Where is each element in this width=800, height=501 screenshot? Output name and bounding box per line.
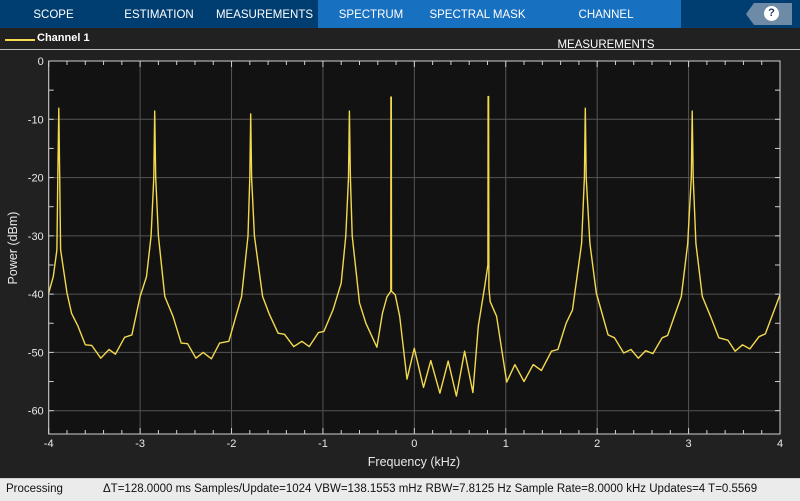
x-tick-label: 0 <box>411 438 417 450</box>
legend-label[interactable]: Channel 1 <box>37 32 90 44</box>
x-tick-label: 1 <box>503 438 509 450</box>
status-bar: Processing ΔT=128.0000 ms Samples/Update… <box>0 478 800 501</box>
tab-spectrum[interactable]: SPECTRUM <box>318 0 424 28</box>
y-tick-label: -10 <box>28 114 44 126</box>
y-tick-label: -40 <box>28 289 44 301</box>
legend-line-swatch <box>5 39 35 41</box>
tab-scope[interactable]: SCOPE <box>0 0 107 28</box>
status-state: Processing <box>6 483 63 495</box>
tab-estimation[interactable]: ESTIMATION <box>107 0 211 28</box>
x-tick-label: -1 <box>318 438 328 450</box>
x-tick-label: -3 <box>135 438 145 450</box>
tab-measurements[interactable]: MEASUREMENTS <box>211 0 318 28</box>
x-tick-label: 3 <box>686 438 692 450</box>
legend: Channel 1 <box>0 28 800 50</box>
x-tick-label: 4 <box>777 438 783 450</box>
y-tick-label: -30 <box>28 231 44 243</box>
x-axis-label: Frequency (kHz) <box>368 455 460 469</box>
y-tick-label: -60 <box>28 406 44 418</box>
status-info: ΔT=128.0000 ms Samples/Update=1024 VBW=1… <box>103 483 758 495</box>
y-axis-label: Power (dBm) <box>6 212 20 285</box>
y-tick-label: -20 <box>28 173 44 185</box>
x-tick-label: 2 <box>594 438 600 450</box>
x-tick-label: -4 <box>44 438 54 450</box>
y-tick-label: -50 <box>28 347 44 359</box>
help-icon: ? <box>764 6 779 21</box>
help-button[interactable]: ? <box>746 3 792 25</box>
tab-spectral-mask[interactable]: SPECTRAL MASK <box>424 0 531 28</box>
spectrum-plot: -4 -3 -2 -1 0 1 2 3 40-10-20-30-40-50-60 Frequen… <box>6 56 783 469</box>
tab-channel-measurements[interactable]: CHANNEL MEASUREMENTS <box>531 0 681 51</box>
y-tick-label: 0 <box>38 56 44 68</box>
x-tick-label: -2 <box>227 438 237 450</box>
toolstrip-tabs: SCOPE ESTIMATION MEASUREMENTS SPECTRUM S… <box>0 0 800 51</box>
